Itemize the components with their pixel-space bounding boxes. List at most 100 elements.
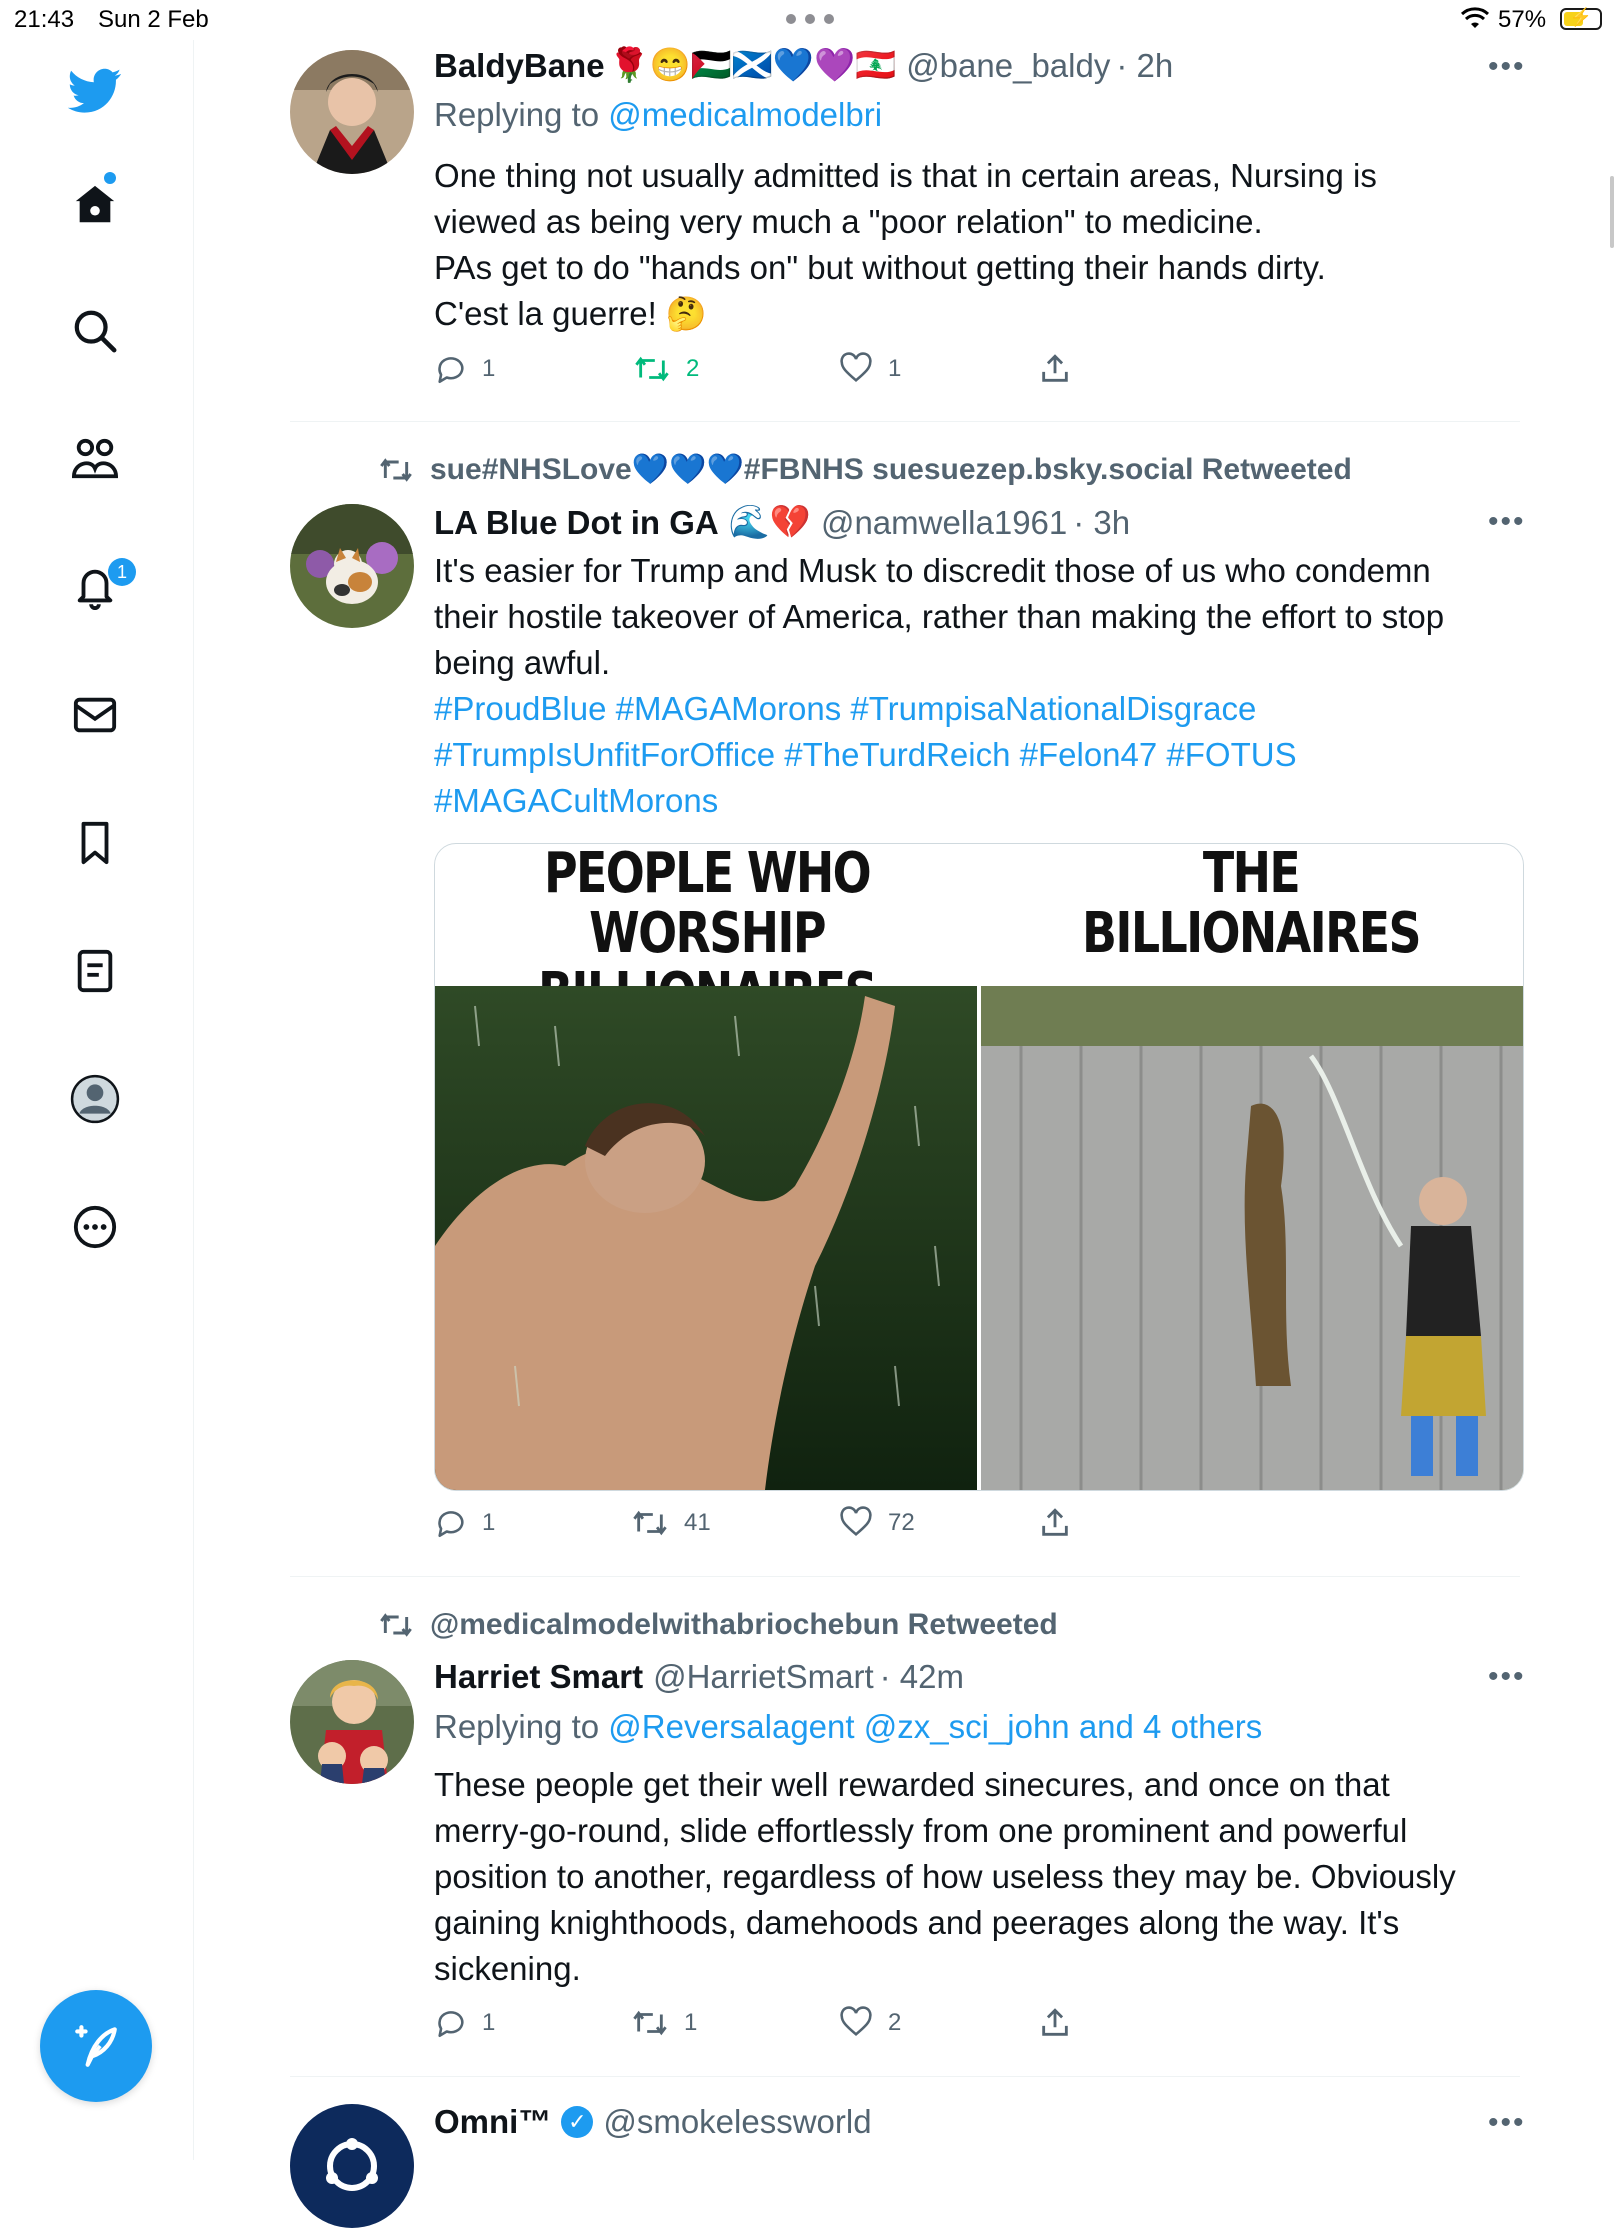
retweeted-by: @medicalmodelwithabriochebun Retweeted: [376, 1608, 1058, 1642]
hashtag-line[interactable]: #TrumpIsUnfitForOffice #TheTurdReich #Fe…: [434, 732, 1534, 778]
retweet-icon: [380, 457, 412, 482]
tweet-header: LA Blue Dot in GA 🌊💔 @namwella1961 · 3h: [434, 503, 1130, 542]
user-handle[interactable]: @namwella1961: [821, 504, 1067, 542]
reply-button[interactable]: 1: [434, 1506, 495, 1540]
display-name[interactable]: BaldyBane: [434, 47, 605, 85]
tweet-text: These people get their well rewarded sin…: [434, 1762, 1534, 1992]
battery-percent: 57%: [1498, 6, 1547, 33]
heart-icon: [840, 1506, 872, 1537]
reply-count: 1: [482, 355, 496, 382]
like-button[interactable]: 1: [838, 352, 901, 386]
heart-icon: [840, 352, 872, 383]
twitter-logo-icon[interactable]: [66, 62, 124, 120]
home-icon[interactable]: [66, 176, 124, 234]
reply-button[interactable]: 1: [434, 352, 495, 386]
tweet-media-image[interactable]: PEOPLE WHO WORSHIP BILLIONAIRES THE BILL…: [434, 843, 1524, 1491]
reply-to-link[interactable]: @medicalmodelbri: [608, 96, 882, 133]
replying-to: Replying to @Reversalagent @zx_sci_john …: [434, 1708, 1262, 1746]
scrollbar-thumb[interactable]: [1610, 176, 1614, 248]
compose-tweet-button[interactable]: [40, 1990, 152, 2102]
retweeted-by-label[interactable]: @medicalmodelwithabriochebun Retweeted: [430, 1608, 1058, 1642]
retweet-icon: [633, 2010, 667, 2036]
avatar[interactable]: [290, 1660, 414, 1784]
tweet-line: gaining knighthoods, damehoods and peera…: [434, 1904, 1400, 1941]
user-handle[interactable]: @bane_baldy: [906, 47, 1110, 85]
meme-right-photo: [981, 986, 1523, 1490]
user-handle[interactable]: @HarrietSmart: [653, 1658, 874, 1696]
tweet-time[interactable]: · 42m: [880, 1658, 964, 1696]
tweet-line: position to another, regardless of how u…: [434, 1858, 1456, 1895]
reply-icon: [438, 1511, 464, 1538]
replying-to: Replying to @medicalmodelbri: [434, 96, 882, 134]
communities-icon[interactable]: [66, 430, 124, 488]
display-name[interactable]: Omni™: [434, 2103, 551, 2141]
tweet-divider: [290, 1576, 1520, 1577]
lists-icon[interactable]: [66, 942, 124, 1000]
reply-count: 1: [482, 1509, 496, 1536]
compose-tweet-icon: [75, 2025, 117, 2067]
tweet-line: It's easier for Trump and Musk to discre…: [434, 552, 1431, 589]
tweet-divider: [290, 421, 1520, 422]
meme-caption-line: PEOPLE WHO: [543, 843, 872, 906]
share-button[interactable]: [1038, 352, 1072, 386]
tweet-line: their hostile takeover of America, rathe…: [434, 598, 1445, 635]
replying-to-label: Replying to: [434, 1708, 609, 1745]
retweet-count: 41: [684, 1509, 711, 1536]
tweet-text: One thing not usually admitted is that i…: [434, 153, 1534, 337]
name-emoji: 🌹😁🇵🇸🏴󠁧󠁢󠁳󠁣󠁴󠁿💙💜🇱🇧: [608, 46, 897, 83]
more-options-icon[interactable]: •••: [1488, 2106, 1526, 2140]
like-count: 1: [888, 355, 902, 382]
status-bar: 21:43 Sun 2 Feb 57% ⚡: [0, 0, 1620, 40]
retweeted-by-label[interactable]: sue#NHSLove💙💙💙#FBNHS suesuezep.bsky.soci…: [430, 452, 1352, 487]
hashtag-line[interactable]: #ProudBlue #MAGAMorons #TrumpisaNational…: [434, 686, 1534, 732]
retweet-icon: [380, 1613, 412, 1637]
user-handle[interactable]: @smokelessworld: [603, 2103, 871, 2141]
tweet-line: These people get their well rewarded sin…: [434, 1766, 1390, 1803]
reply-button[interactable]: 1: [434, 2006, 495, 2040]
like-button[interactable]: 72: [838, 1506, 915, 1540]
status-date: Sun 2 Feb: [98, 6, 209, 33]
avatar[interactable]: [290, 50, 414, 174]
display-name[interactable]: Harriet Smart: [434, 1658, 643, 1696]
tweet-time[interactable]: · 3h: [1073, 504, 1130, 542]
share-button[interactable]: [1038, 1506, 1072, 1540]
avatar[interactable]: [290, 504, 414, 628]
battery-icon: ⚡: [1560, 7, 1602, 30]
messages-icon[interactable]: [66, 686, 124, 744]
verified-badge-icon: ✓: [561, 2106, 594, 2138]
more-icon[interactable]: [66, 1198, 124, 1256]
like-button[interactable]: 2: [838, 2006, 901, 2040]
share-icon: [1042, 354, 1068, 382]
bookmarks-icon[interactable]: [66, 814, 124, 872]
tweet-time[interactable]: · 2h: [1116, 47, 1173, 85]
reply-count: 1: [482, 2009, 496, 2036]
display-name[interactable]: LA Blue Dot in GA: [434, 504, 719, 542]
heart-icon: [840, 2006, 872, 2037]
retweet-button[interactable]: 1: [630, 2006, 697, 2040]
search-icon[interactable]: [66, 302, 124, 360]
tweet-line: merry-go-round, slide effortlessly from …: [434, 1812, 1408, 1849]
multitasking-dots-icon[interactable]: [786, 14, 834, 26]
tweet-header: Omni™ ✓ @smokelessworld: [434, 2103, 872, 2141]
home-unread-dot: [104, 172, 116, 184]
reply-to-link[interactable]: @Reversalagent @zx_sci_john and 4 others: [608, 1708, 1262, 1745]
tweet-header: BaldyBane 🌹😁🇵🇸🏴󠁧󠁢󠁳󠁣󠁴󠁿💙💜🇱🇧 @bane_baldy · …: [434, 46, 1173, 85]
more-options-icon[interactable]: •••: [1488, 1660, 1526, 1694]
retweet-count: 2: [686, 355, 700, 382]
reply-icon: [438, 2011, 464, 2038]
retweet-button[interactable]: 2: [632, 352, 699, 386]
hashtag-line[interactable]: #MAGACultMorons: [434, 778, 1534, 824]
reply-icon: [438, 357, 464, 384]
meme-caption-right: THE BILLIONAIRES: [1028, 844, 1474, 986]
notification-badge: 1: [108, 558, 136, 586]
wifi-icon: [1460, 6, 1490, 37]
more-options-icon[interactable]: •••: [1488, 50, 1526, 84]
avatar[interactable]: [290, 2104, 414, 2228]
more-options-icon[interactable]: •••: [1488, 505, 1526, 539]
tweet-line: sickening.: [434, 1950, 581, 1987]
profile-icon[interactable]: [66, 1070, 124, 1128]
replying-to-label: Replying to: [434, 96, 609, 133]
meme-caption-line: BILLIONAIRES: [1082, 901, 1422, 966]
retweet-button[interactable]: 41: [630, 1506, 711, 1540]
share-button[interactable]: [1038, 2006, 1072, 2040]
